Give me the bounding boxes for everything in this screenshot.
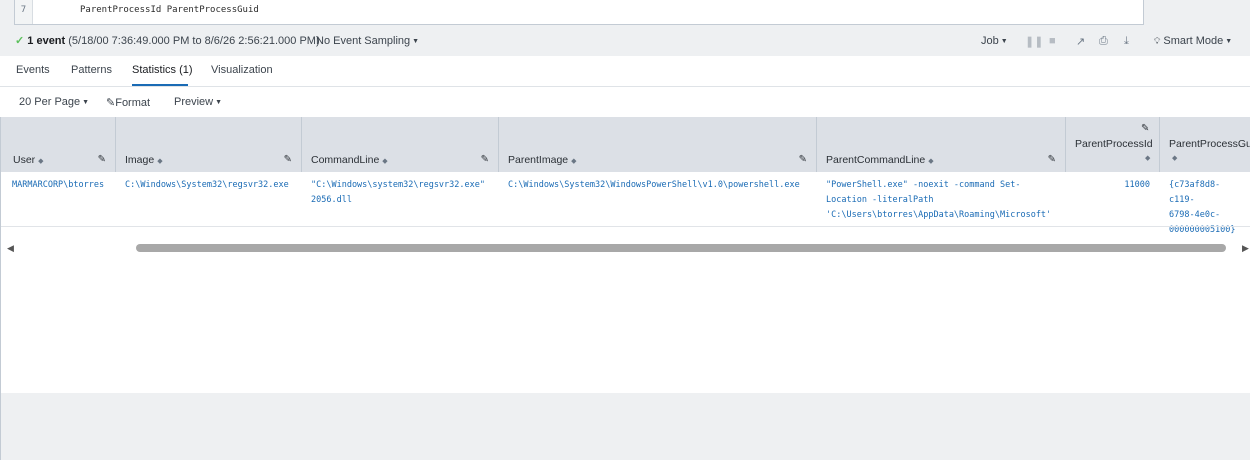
horizontal-scrollbar[interactable]: ◀ ▶	[1, 241, 1250, 255]
event-sampling-label: No Event Sampling	[316, 35, 411, 47]
export-icon[interactable]: ⤓	[1124, 35, 1129, 48]
column-header-image[interactable]: Image ◆ ✎	[116, 117, 302, 172]
tab-visualization[interactable]: Visualization	[211, 64, 273, 76]
caret-down-icon: ▼	[1225, 38, 1233, 45]
table-header: User ◆ ✎ Image ◆ ✎ CommandLine ◆ ✎ ParentIm…	[1, 117, 1250, 172]
cell-value[interactable]: "C:\Windows\system32\regsvr32.exe"	[311, 178, 489, 193]
cell-value[interactable]: {c73af8d8-c119-	[1169, 178, 1241, 208]
column-label: ParentProcessId	[1075, 138, 1153, 150]
stop-icon[interactable]: ■	[1049, 35, 1056, 47]
column-label: ParentProcessGuid	[1169, 138, 1250, 150]
column-label: Image	[125, 154, 155, 166]
cell-commandline[interactable]: "C:\Windows\system32\regsvr32.exe" 2056.…	[302, 172, 499, 227]
job-menu[interactable]: Job ▼	[981, 35, 1008, 48]
event-count: 1 event	[27, 35, 66, 47]
preview-label: Preview	[174, 96, 214, 108]
sort-icon[interactable]: ◆	[38, 158, 43, 165]
event-sampling-dropdown[interactable]: No Event Sampling ▼	[316, 35, 419, 48]
column-header-parentprocessguid[interactable]: ParentProcessGuid ◆	[1160, 117, 1250, 172]
sort-icon[interactable]: ◆	[928, 158, 933, 165]
job-status-bar: ✓ 1 event (5/18/00 7:36:49.000 PM to 8/6…	[0, 28, 1250, 56]
column-label: User	[13, 154, 36, 166]
pencil-icon[interactable]: ✎	[98, 154, 106, 165]
caret-down-icon: ▼	[1000, 38, 1008, 45]
sort-icon[interactable]: ◆	[1145, 154, 1150, 162]
cell-parentprocessguid[interactable]: {c73af8d8-c119- 6798-4e0c- 000000005100}	[1160, 172, 1250, 235]
cell-value[interactable]: 'C:\Users\btorres\AppData\Roaming\Micros…	[826, 208, 1056, 223]
sort-icon[interactable]: ◆	[1172, 154, 1177, 162]
search-results-page: 7 ParentProcessId ParentProcessGuid ✓ 1 …	[0, 0, 1250, 460]
preview-dropdown[interactable]: Preview ▼	[174, 96, 222, 108]
cell-value[interactable]: Location -literalPath	[826, 193, 1056, 208]
caret-down-icon: ▼	[412, 38, 420, 45]
column-header-commandline[interactable]: CommandLine ◆ ✎	[302, 117, 499, 172]
scroll-right-icon[interactable]: ▶	[1242, 243, 1249, 254]
print-icon[interactable]: ⎙	[1099, 35, 1108, 48]
pencil-icon: ✎	[106, 97, 116, 109]
column-header-parentcommandline[interactable]: ParentCommandLine ◆ ✎	[817, 117, 1066, 172]
job-label: Job	[981, 35, 999, 47]
search-mode-dropdown[interactable]: 💡︎ Smart Mode ▼	[1154, 35, 1232, 48]
cell-value[interactable]: C:\Windows\System32\regsvr32.exe	[125, 178, 292, 193]
pencil-icon[interactable]: ✎	[481, 154, 489, 165]
sort-icon[interactable]: ◆	[157, 158, 162, 165]
pencil-icon[interactable]: ✎	[799, 154, 807, 165]
column-label: CommandLine	[311, 154, 380, 166]
pause-icon[interactable]: ❚❚	[1025, 35, 1043, 48]
per-page-label: 20 Per Page	[19, 96, 81, 108]
search-query-box[interactable]: 7 ParentProcessId ParentProcessGuid	[14, 0, 1144, 25]
check-icon: ✓	[15, 35, 25, 47]
search-mode-label: Smart Mode	[1163, 35, 1224, 47]
event-summary: ✓ 1 event (5/18/00 7:36:49.000 PM to 8/6…	[15, 35, 320, 48]
cell-image[interactable]: C:\Windows\System32\regsvr32.exe	[116, 172, 302, 227]
line-number: 7	[15, 0, 33, 24]
cell-value[interactable]: "PowerShell.exe" -noexit -command Set-	[826, 178, 1056, 193]
bulb-icon: 💡︎	[1154, 36, 1161, 46]
cell-user[interactable]: MARMARCORP\btorres	[3, 172, 116, 227]
scroll-left-icon[interactable]: ◀	[7, 243, 14, 254]
cell-value[interactable]: C:\Windows\System32\WindowsPowerShell\v1…	[508, 178, 807, 193]
share-icon[interactable]: ↗	[1076, 35, 1085, 48]
column-label: ParentImage	[508, 154, 569, 166]
caret-down-icon: ▼	[215, 99, 223, 106]
query-line[interactable]: ParentProcessId ParentProcessGuid	[80, 5, 259, 15]
statistics-table: User ◆ ✎ Image ◆ ✎ CommandLine ◆ ✎ ParentIm…	[0, 117, 1250, 393]
cell-value[interactable]: 2056.dll	[311, 193, 489, 208]
pencil-icon[interactable]: ✎	[1048, 154, 1056, 165]
tab-events[interactable]: Events	[16, 64, 50, 76]
cell-parentcommandline[interactable]: "PowerShell.exe" -noexit -command Set- L…	[817, 172, 1066, 227]
sort-icon[interactable]: ◆	[571, 158, 576, 165]
row-divider	[1, 226, 1250, 227]
cell-value[interactable]: 11000	[1075, 178, 1150, 193]
pencil-icon[interactable]: ✎	[1141, 123, 1149, 134]
cell-value[interactable]: MARMARCORP\btorres	[12, 178, 106, 193]
search-editor: 7 ParentProcessId ParentProcessGuid	[0, 0, 1250, 28]
caret-down-icon: ▼	[82, 99, 90, 106]
cell-parentprocessid[interactable]: 11000	[1066, 172, 1160, 227]
sort-icon[interactable]: ◆	[382, 158, 387, 165]
column-label: ParentCommandLine	[826, 154, 926, 166]
format-button[interactable]: ✎Format	[106, 96, 150, 109]
page-background	[0, 393, 1250, 460]
results-tabs: Events Patterns Statistics (1) Visualiza…	[0, 56, 1250, 87]
tab-statistics[interactable]: Statistics (1)	[132, 64, 193, 76]
pencil-icon[interactable]: ✎	[284, 154, 292, 165]
column-header-parentimage[interactable]: ParentImage ◆ ✎	[499, 117, 817, 172]
format-label: Format	[115, 97, 151, 109]
per-page-dropdown[interactable]: 20 Per Page ▼	[19, 96, 89, 108]
active-tab-indicator	[132, 84, 188, 86]
table-toolbar: 20 Per Page ▼ ✎Format Preview ▼	[0, 87, 1250, 117]
column-header-user[interactable]: User ◆ ✎	[1, 117, 116, 172]
time-range: (5/18/00 7:36:49.000 PM to 8/6/26 2:56:2…	[68, 35, 320, 47]
cell-parentimage[interactable]: C:\Windows\System32\WindowsPowerShell\v1…	[499, 172, 817, 227]
tab-patterns[interactable]: Patterns	[71, 64, 112, 76]
scrollbar-thumb[interactable]	[136, 244, 1226, 252]
column-header-parentprocessid[interactable]: ✎ ParentProcessId ◆	[1066, 117, 1160, 172]
cell-value[interactable]: 6798-4e0c-	[1169, 208, 1241, 223]
